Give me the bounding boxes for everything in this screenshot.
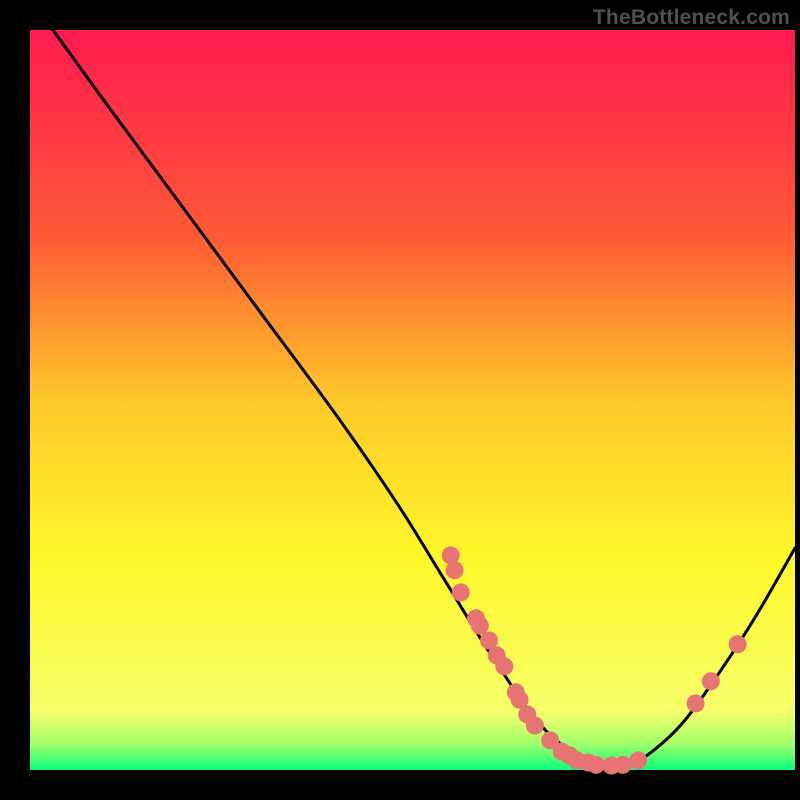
data-point [614,756,632,774]
chart-container: TheBottleneck.com [0,0,800,800]
bottleneck-chart [0,0,800,800]
data-point [452,583,470,601]
data-point [495,657,513,675]
data-point [526,717,544,735]
data-point [629,751,647,769]
data-point [446,561,464,579]
data-point [729,635,747,653]
watermark-text: TheBottleneck.com [593,6,790,30]
data-point [687,694,705,712]
data-point [587,756,605,774]
data-point [702,672,720,690]
plot-background [30,30,795,770]
